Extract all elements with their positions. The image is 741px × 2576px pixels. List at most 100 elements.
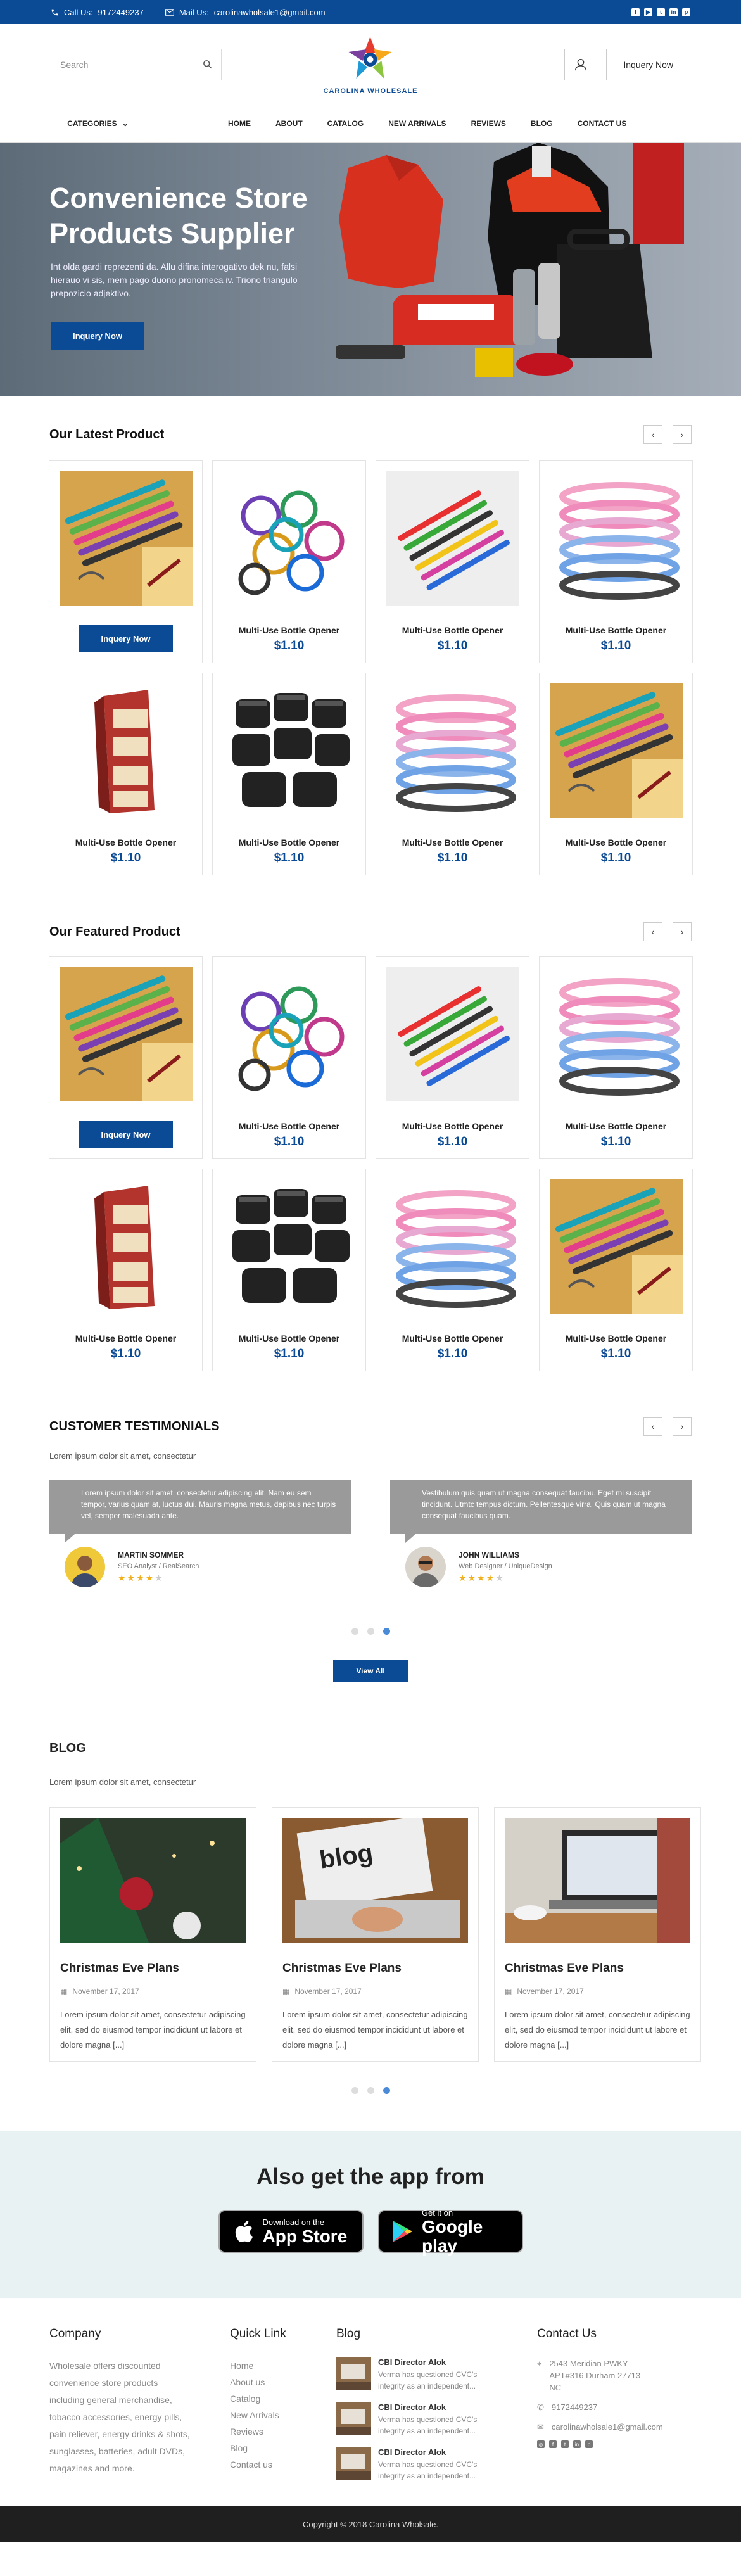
footer-email[interactable]: ✉ carolinawholsale1@gmail.com — [537, 2421, 663, 2433]
product-card[interactable]: Inquery Now — [49, 956, 203, 1159]
instagram-icon[interactable]: ◎ — [537, 2440, 545, 2448]
product-card[interactable]: Multi-Use Bottle Opener $1.10 — [376, 673, 529, 875]
search-box[interactable]: Search — [51, 48, 222, 80]
footer-link-new-arrivals[interactable]: New Arrivals — [230, 2407, 336, 2423]
nav-blog[interactable]: BLOG — [531, 119, 553, 128]
product-image[interactable] — [222, 1179, 356, 1314]
testimonials-prev-arrow[interactable]: ‹ — [643, 1417, 662, 1436]
facebook-icon[interactable]: f — [549, 2440, 557, 2448]
footer-link-home[interactable]: Home — [230, 2357, 336, 2374]
product-name[interactable]: Multi-Use Bottle Opener — [566, 1333, 666, 1343]
email-address[interactable]: carolinawholsale1@gmail.com — [214, 8, 326, 17]
product-name[interactable]: Multi-Use Bottle Opener — [239, 1121, 339, 1131]
footer-post-title[interactable]: CBI Director Alok — [378, 2357, 498, 2367]
product-image[interactable] — [386, 967, 519, 1101]
search-icon[interactable] — [203, 60, 212, 69]
latest-prev-arrow[interactable]: ‹ — [643, 425, 662, 444]
testimonials-next-arrow[interactable]: › — [673, 1417, 692, 1436]
product-name[interactable]: Multi-Use Bottle Opener — [566, 625, 666, 635]
logo[interactable]: CAROLINA WHOLESALE — [324, 34, 418, 95]
product-image[interactable] — [549, 967, 683, 1101]
categories-dropdown[interactable]: CATEGORIES ⌄ — [0, 105, 196, 142]
product-image[interactable] — [222, 967, 356, 1101]
call-info[interactable]: Call Us: 9172449237 — [51, 8, 144, 17]
footer-blog-post[interactable]: CBI Director Alok Verma has questioned CV… — [336, 2402, 537, 2437]
twitter-icon[interactable]: t — [561, 2440, 569, 2448]
blog-post-title[interactable]: Christmas Eve Plans — [282, 1962, 468, 1976]
product-image[interactable] — [222, 471, 356, 606]
product-inquiry-button[interactable]: Inquery Now — [79, 625, 173, 652]
product-card[interactable]: Multi-Use Bottle Opener $1.10 — [212, 460, 366, 663]
phone-number[interactable]: 9172449237 — [98, 8, 144, 17]
footer-link-about[interactable]: About us — [230, 2374, 336, 2390]
app-store-button[interactable]: Download on the App Store — [218, 2210, 364, 2253]
product-name[interactable]: Multi-Use Bottle Opener — [402, 1333, 503, 1343]
pagination-dot[interactable] — [367, 2087, 374, 2094]
pagination-dot[interactable] — [367, 1628, 374, 1635]
footer-link-blog[interactable]: Blog — [230, 2440, 336, 2456]
blog-card[interactable]: Christmas Eve Plans ▦ November 17, 2017 L… — [494, 1807, 701, 2062]
product-name[interactable]: Multi-Use Bottle Opener — [402, 1121, 503, 1131]
blog-post-title[interactable]: Christmas Eve Plans — [60, 1962, 246, 1976]
blog-image[interactable] — [60, 1818, 246, 1943]
product-name[interactable]: Multi-Use Bottle Opener — [239, 1333, 339, 1343]
product-name[interactable]: Multi-Use Bottle Opener — [239, 837, 339, 847]
product-name[interactable]: Multi-Use Bottle Opener — [566, 837, 666, 847]
product-name[interactable]: Multi-Use Bottle Opener — [402, 625, 503, 635]
blog-image[interactable] — [505, 1818, 690, 1943]
nav-contact[interactable]: CONTACT US — [578, 119, 627, 128]
blog-image[interactable]: blog — [282, 1818, 468, 1943]
footer-link-reviews[interactable]: Reviews — [230, 2423, 336, 2440]
pinterest-icon[interactable]: p — [682, 8, 690, 16]
twitter-icon[interactable]: t — [657, 8, 665, 16]
product-name[interactable]: Multi-Use Bottle Opener — [239, 625, 339, 635]
product-card[interactable]: Multi-Use Bottle Opener $1.10 — [49, 673, 203, 875]
product-image[interactable] — [549, 471, 683, 606]
product-card[interactable]: Multi-Use Bottle Opener $1.10 — [539, 1169, 693, 1371]
product-card[interactable]: Multi-Use Bottle Opener $1.10 — [212, 673, 366, 875]
product-card[interactable]: Multi-Use Bottle Opener $1.10 — [539, 460, 693, 663]
view-all-button[interactable]: View All — [333, 1660, 408, 1682]
linkedin-icon[interactable]: in — [573, 2440, 581, 2448]
product-name[interactable]: Multi-Use Bottle Opener — [75, 837, 176, 847]
footer-post-title[interactable]: CBI Director Alok — [378, 2402, 498, 2412]
pagination-dot-active[interactable] — [383, 2087, 390, 2094]
product-card[interactable]: Inquery Now — [49, 460, 203, 663]
product-image[interactable] — [59, 1179, 193, 1314]
hero-inquiry-button[interactable]: Inquery Now — [51, 322, 144, 350]
product-image[interactable] — [549, 683, 683, 818]
user-account-button[interactable] — [564, 48, 598, 80]
nav-catalog[interactable]: CATALOG — [327, 119, 364, 128]
blog-card[interactable]: blog Christmas Eve Plans ▦ November 17, 2… — [272, 1807, 479, 2062]
product-name[interactable]: Multi-Use Bottle Opener — [402, 837, 503, 847]
product-name[interactable]: Multi-Use Bottle Opener — [75, 1333, 176, 1343]
footer-blog-post[interactable]: CBI Director Alok Verma has questioned CV… — [336, 2447, 537, 2482]
product-image[interactable] — [59, 683, 193, 818]
product-card[interactable]: Multi-Use Bottle Opener $1.10 — [376, 1169, 529, 1371]
footer-blog-post[interactable]: CBI Director Alok Verma has questioned CV… — [336, 2357, 537, 2392]
product-image[interactable] — [59, 967, 193, 1101]
product-card[interactable]: Multi-Use Bottle Opener $1.10 — [212, 956, 366, 1159]
search-input[interactable]: Search — [60, 60, 88, 70]
footer-link-catalog[interactable]: Catalog — [230, 2390, 336, 2407]
footer-link-contact[interactable]: Contact us — [230, 2456, 336, 2473]
pagination-dot-active[interactable] — [383, 1628, 390, 1635]
product-image[interactable] — [549, 1179, 683, 1314]
facebook-icon[interactable]: f — [631, 8, 640, 16]
product-card[interactable]: Multi-Use Bottle Opener $1.10 — [539, 673, 693, 875]
product-card[interactable]: Multi-Use Bottle Opener $1.10 — [49, 1169, 203, 1371]
product-image[interactable] — [222, 683, 356, 818]
product-image[interactable] — [386, 683, 519, 818]
mail-info[interactable]: Mail Us: carolinawholsale1@gmail.com — [165, 8, 326, 17]
blog-post-title[interactable]: Christmas Eve Plans — [505, 1962, 690, 1976]
nav-new-arrivals[interactable]: NEW ARRIVALS — [388, 119, 446, 128]
featured-next-arrow[interactable]: › — [673, 922, 692, 941]
featured-prev-arrow[interactable]: ‹ — [643, 922, 662, 941]
nav-home[interactable]: HOME — [228, 119, 251, 128]
product-image[interactable] — [386, 471, 519, 606]
linkedin-icon[interactable]: in — [669, 8, 678, 16]
product-card[interactable]: Multi-Use Bottle Opener $1.10 — [376, 460, 529, 663]
youtube-icon[interactable]: ▶ — [644, 8, 652, 16]
blog-card[interactable]: Christmas Eve Plans ▦ November 17, 2017 L… — [49, 1807, 256, 2062]
product-image[interactable] — [386, 1179, 519, 1314]
